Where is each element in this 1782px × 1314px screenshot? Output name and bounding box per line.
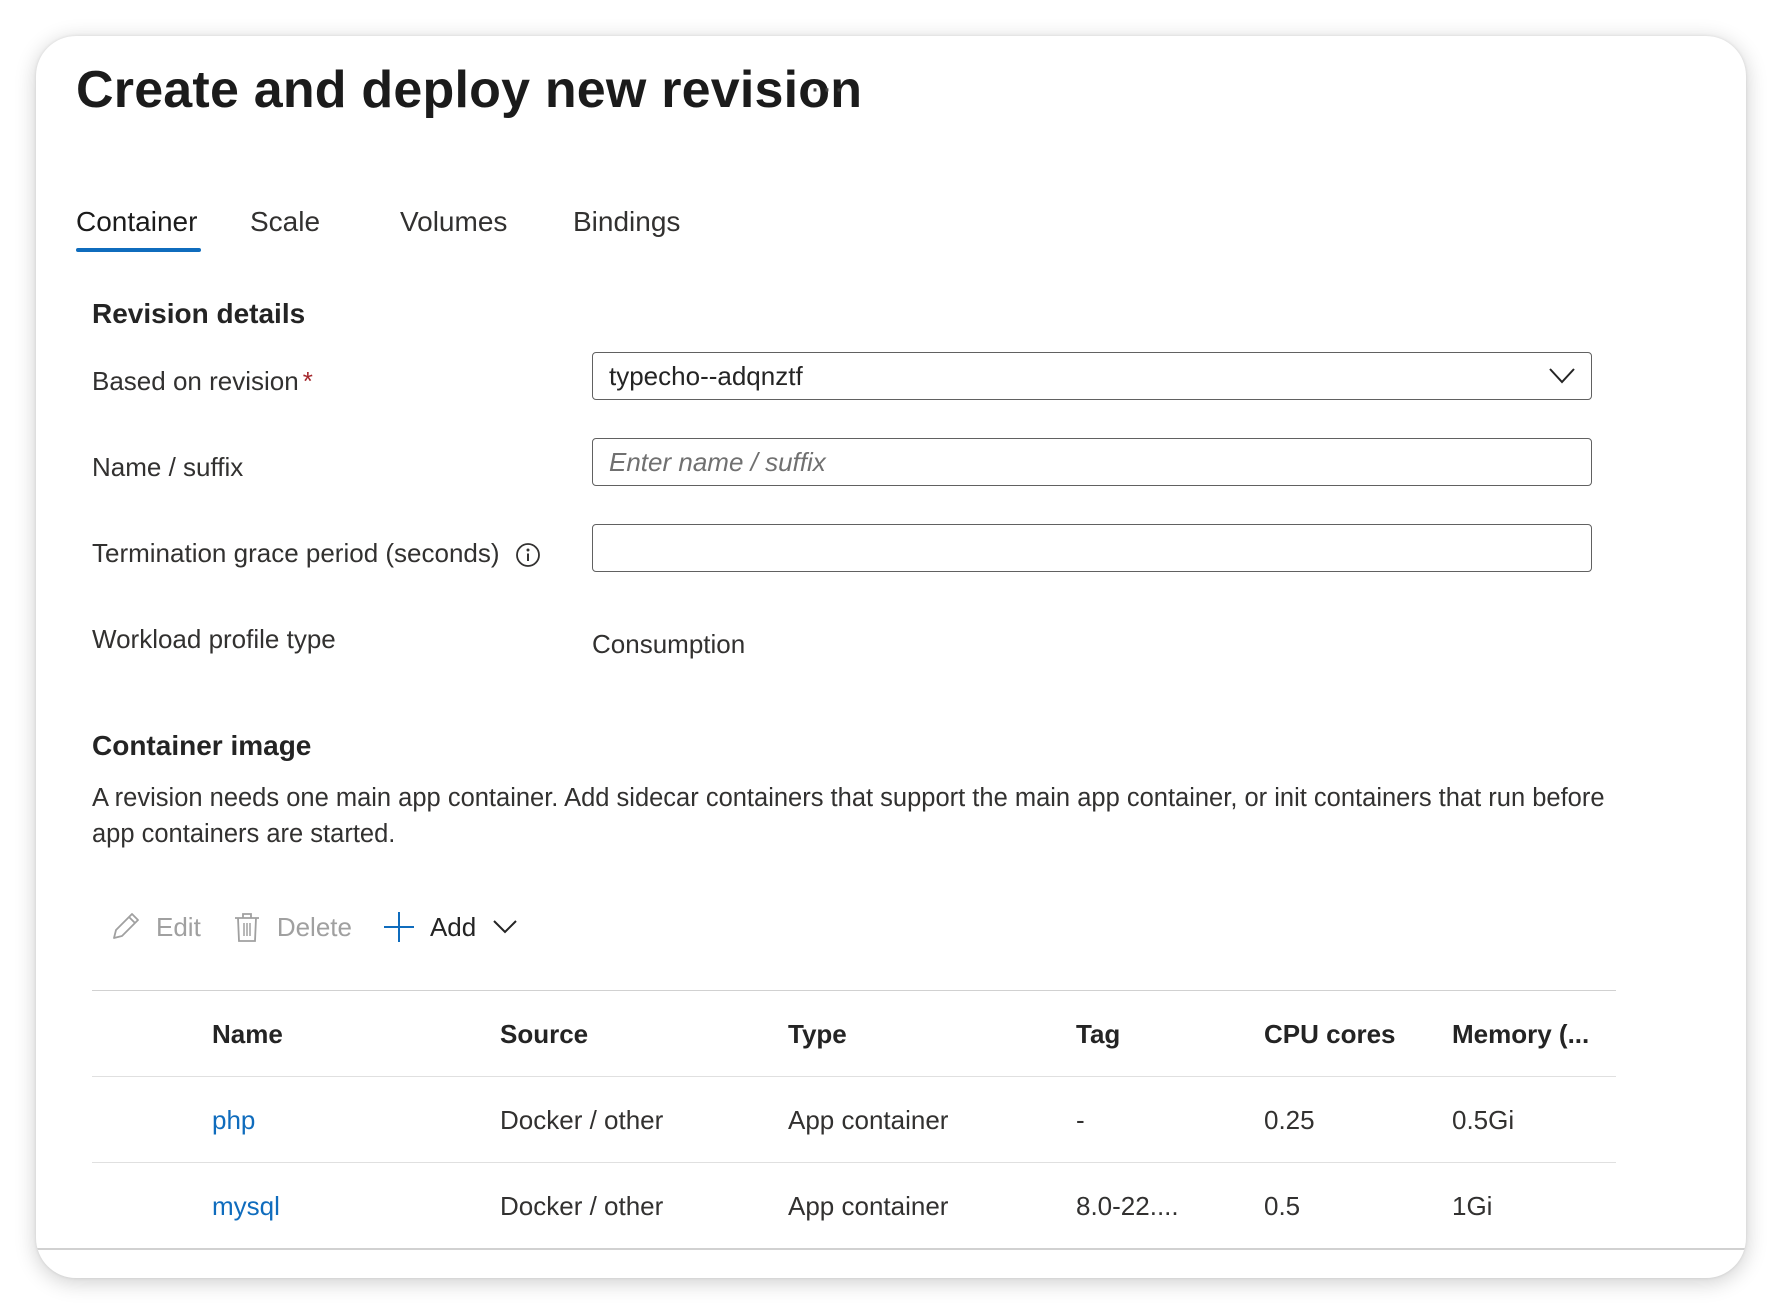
- pencil-icon: [113, 913, 139, 939]
- page-title: Create and deploy new revision: [76, 61, 863, 119]
- table-header-row: Name Source Type Tag CPU cores Memory (.…: [92, 991, 1616, 1077]
- plus-icon: [383, 912, 414, 942]
- column-header-memory[interactable]: Memory (...: [1452, 991, 1589, 1077]
- container-type: App container: [788, 1104, 949, 1135]
- column-header-source[interactable]: Source: [500, 991, 588, 1077]
- revision-details-heading: Revision details: [92, 298, 306, 329]
- container-name-link[interactable]: mysql: [212, 1163, 280, 1249]
- container-cpu: 0.5: [1264, 1190, 1301, 1221]
- column-header-cpu-cores[interactable]: CPU cores: [1264, 991, 1396, 1077]
- edit-button[interactable]: Edit: [108, 910, 201, 944]
- container-memory: 1Gi: [1452, 1190, 1493, 1221]
- workload-profile-value: Consumption: [592, 629, 746, 659]
- column-header-name[interactable]: Name: [212, 991, 283, 1077]
- container-type: App container: [788, 1190, 949, 1221]
- table-row[interactable]: mysql Docker / other App container 8.0-2…: [92, 1163, 1616, 1249]
- container-source: Docker / other: [500, 1104, 664, 1135]
- based-on-revision-label-text: Based on revision: [92, 366, 299, 396]
- termination-grace-field: [592, 524, 1592, 572]
- name-suffix-field: [592, 438, 1592, 486]
- termination-grace-label-text: Termination grace period (seconds): [92, 538, 500, 568]
- container-source: Docker / other: [500, 1190, 664, 1221]
- footer-divider: [36, 1248, 1746, 1250]
- based-on-revision-label: Based on revision *: [92, 366, 313, 397]
- container-tag: -: [1076, 1104, 1085, 1135]
- chevron-down-icon: [1549, 368, 1575, 384]
- name-suffix-label: Name / suffix: [92, 452, 244, 482]
- container-toolbar: Edit Delete Add: [108, 902, 548, 952]
- tab-scale[interactable]: Scale: [250, 206, 320, 252]
- container-image-description: A revision needs one main app container.…: [92, 784, 1605, 848]
- workload-profile-label: Workload profile type: [92, 624, 336, 654]
- blade-panel: Create and deploy new revision ··· Conta…: [36, 36, 1746, 1278]
- container-image-heading: Container image: [92, 730, 312, 761]
- containers-table: Name Source Type Tag CPU cores Memory (.…: [92, 990, 1616, 1249]
- table-row[interactable]: php Docker / other App container - 0.25 …: [92, 1077, 1616, 1163]
- edit-button-label: Edit: [156, 911, 201, 942]
- column-header-tag[interactable]: Tag: [1076, 991, 1120, 1077]
- column-header-type[interactable]: Type: [788, 991, 847, 1077]
- add-button-label: Add: [429, 911, 477, 942]
- container-cpu: 0.25: [1264, 1104, 1315, 1135]
- container-tag: 8.0-22....: [1076, 1190, 1179, 1221]
- container-memory: 0.5Gi: [1452, 1104, 1515, 1135]
- tab-container[interactable]: Container: [76, 206, 202, 252]
- termination-grace-label: Termination grace period (seconds): [92, 538, 541, 569]
- required-marker: *: [302, 366, 313, 396]
- info-icon[interactable]: [515, 542, 541, 568]
- container-name-link[interactable]: php: [212, 1077, 255, 1163]
- trash-icon: [234, 913, 259, 942]
- based-on-revision-value: typecho--adqnztf: [609, 360, 803, 391]
- tab-volumes[interactable]: Volumes: [400, 206, 507, 252]
- more-options-button[interactable]: ···: [810, 72, 846, 106]
- based-on-revision-dropdown[interactable]: typecho--adqnztf: [592, 352, 1592, 400]
- delete-button-label: Delete: [276, 911, 352, 942]
- termination-grace-input[interactable]: [609, 525, 1575, 571]
- tab-bindings[interactable]: Bindings: [573, 206, 680, 252]
- delete-button[interactable]: Delete: [231, 910, 352, 944]
- name-suffix-input[interactable]: [609, 439, 1575, 485]
- add-button[interactable]: Add: [382, 910, 518, 944]
- chevron-down-icon: [493, 920, 517, 934]
